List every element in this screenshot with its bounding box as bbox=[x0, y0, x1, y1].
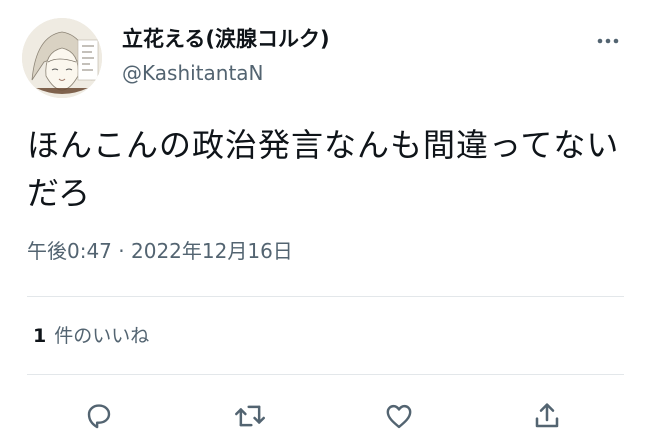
divider bbox=[27, 296, 624, 297]
likes-stat[interactable]: 1 件のいいね bbox=[33, 322, 149, 350]
reply-button[interactable] bbox=[81, 398, 117, 434]
like-button[interactable] bbox=[381, 398, 417, 434]
likes-count: 1 bbox=[33, 325, 47, 347]
tweet-time[interactable]: 午後0:47 bbox=[27, 239, 112, 263]
reply-icon bbox=[87, 404, 111, 429]
meta-separator: · bbox=[118, 239, 125, 263]
avatar-illustration bbox=[22, 18, 102, 98]
share-icon bbox=[535, 403, 559, 428]
divider bbox=[27, 374, 624, 375]
avatar[interactable] bbox=[22, 18, 102, 98]
tweet-text: ほんこんの政治発言なんも間違ってないだろ bbox=[27, 126, 620, 212]
share-button[interactable] bbox=[529, 398, 565, 434]
tweet-meta: 午後0:47 · 2022年12月16日 bbox=[27, 237, 293, 265]
heart-icon bbox=[386, 404, 412, 429]
tweet-date[interactable]: 2022年12月16日 bbox=[131, 239, 293, 263]
retweet-icon bbox=[235, 405, 265, 427]
author-handle[interactable]: @KashitantaN bbox=[122, 60, 264, 86]
more-horizontal-icon bbox=[597, 38, 619, 44]
likes-label: 件のいいね bbox=[54, 325, 150, 347]
author-name[interactable]: 立花える(涙腺コルク) bbox=[122, 25, 330, 53]
more-button[interactable] bbox=[592, 28, 624, 54]
retweet-button[interactable] bbox=[232, 398, 268, 434]
